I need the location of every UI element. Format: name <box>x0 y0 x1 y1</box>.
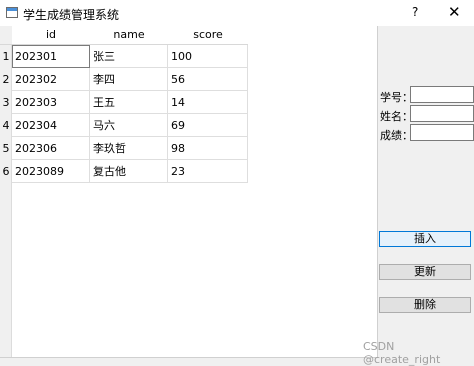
cell-id[interactable]: 202306 <box>12 137 90 160</box>
help-button[interactable]: ? <box>412 5 418 19</box>
cell-name[interactable]: 复古他 <box>90 160 168 183</box>
cell-score[interactable]: 100 <box>168 45 248 68</box>
cell-name[interactable]: 李四 <box>90 68 168 91</box>
cell-id[interactable]: 202304 <box>12 114 90 137</box>
title-bar: 学生成绩管理系统 ? ✕ <box>0 0 474 26</box>
cell-id[interactable]: 2023089 <box>12 160 90 183</box>
cell-name[interactable]: 王五 <box>90 91 168 114</box>
cell-id[interactable]: 202302 <box>12 68 90 91</box>
update-button[interactable]: 更新 <box>379 264 471 280</box>
cell-score[interactable]: 14 <box>168 91 248 114</box>
insert-button[interactable]: 插入 <box>379 231 471 247</box>
window-title: 学生成绩管理系统 <box>23 8 120 22</box>
column-header-name[interactable]: name <box>90 26 168 45</box>
cell-id[interactable]: 202303 <box>12 91 90 114</box>
cell-name[interactable]: 李玖哲 <box>90 137 168 160</box>
student-name-input[interactable] <box>410 105 474 122</box>
student-id-input[interactable] <box>410 86 474 103</box>
close-icon[interactable]: ✕ <box>448 3 461 21</box>
student-id-label: 学号： <box>380 91 413 104</box>
delete-button[interactable]: 删除 <box>379 297 471 313</box>
column-header-id[interactable]: id <box>12 26 90 45</box>
cell-name[interactable]: 张三 <box>90 45 168 68</box>
cell-score[interactable]: 98 <box>168 137 248 160</box>
score-label: 成绩： <box>380 129 413 142</box>
table-corner-button[interactable] <box>0 26 12 45</box>
watermark: CSDN @create_right <box>363 340 441 366</box>
cell-score[interactable]: 23 <box>168 160 248 183</box>
row-number[interactable]: 1 <box>0 45 12 68</box>
student-table[interactable]: id name score 1 202301 张三 100 2 202302 李… <box>0 26 378 358</box>
cell-id[interactable]: 202301 <box>12 45 90 68</box>
window-app-icon <box>6 7 18 18</box>
score-input[interactable] <box>410 124 474 141</box>
student-name-label: 姓名： <box>380 110 413 123</box>
row-number[interactable]: 5 <box>0 137 12 160</box>
row-number[interactable]: 3 <box>0 91 12 114</box>
row-number[interactable]: 4 <box>0 114 12 137</box>
column-header-score[interactable]: score <box>168 26 248 45</box>
cell-score[interactable]: 69 <box>168 114 248 137</box>
row-number[interactable]: 6 <box>0 160 12 183</box>
cell-score[interactable]: 56 <box>168 68 248 91</box>
cell-name[interactable]: 马六 <box>90 114 168 137</box>
row-number[interactable]: 2 <box>0 68 12 91</box>
